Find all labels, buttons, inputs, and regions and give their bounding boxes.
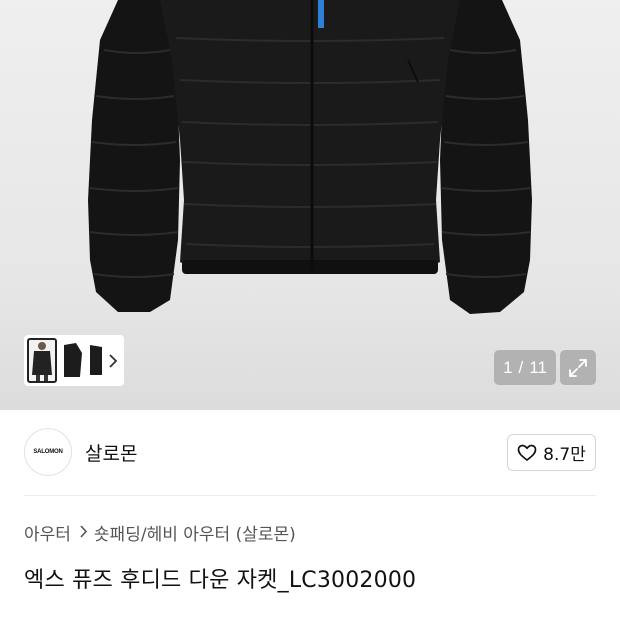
product-image-gallery[interactable]: 1 / 11: [0, 0, 620, 410]
breadcrumb-item-outer[interactable]: 아우터: [24, 520, 71, 545]
thumbnail-model[interactable]: [27, 338, 57, 383]
divider: [24, 495, 596, 496]
product-title: 엑스 퓨즈 후디드 다운 자켓_LC3002000: [24, 568, 417, 593]
image-counter: 1 / 11: [494, 350, 556, 385]
image-counter-separator: /: [518, 357, 524, 377]
expand-icon: [569, 358, 587, 377]
image-counter-current: 1: [503, 357, 513, 377]
thumbnail-jacket-back[interactable]: [88, 339, 104, 382]
heart-icon: [517, 444, 537, 461]
thumbnail-jacket-side[interactable]: [58, 339, 86, 382]
like-count: 8.7만: [543, 445, 586, 465]
like-button[interactable]: 8.7만: [507, 434, 596, 471]
thumbnail-strip: [24, 335, 124, 386]
brand-row: SALOMON 살로몬 8.7만: [24, 428, 596, 476]
chevron-right-icon: [79, 524, 88, 542]
breadcrumb: 아우터 숏패딩/헤비 아우터 (살로몬): [24, 520, 296, 545]
brand-name[interactable]: 살로몬: [85, 439, 137, 466]
expand-button[interactable]: [560, 350, 596, 385]
image-counter-total: 11: [529, 357, 547, 377]
product-detail-page: 1 / 11 SALOMON 살로몬 8.7만 아우터 숏패딩/헤비 아우터 (…: [0, 0, 620, 620]
breadcrumb-item-short-padding[interactable]: 숏패딩/헤비 아우터 (살로몬): [94, 520, 296, 545]
chevron-right-icon[interactable]: [106, 339, 120, 382]
brand-logo-text: SALOMON: [33, 449, 63, 455]
brand-logo[interactable]: SALOMON: [24, 428, 72, 476]
